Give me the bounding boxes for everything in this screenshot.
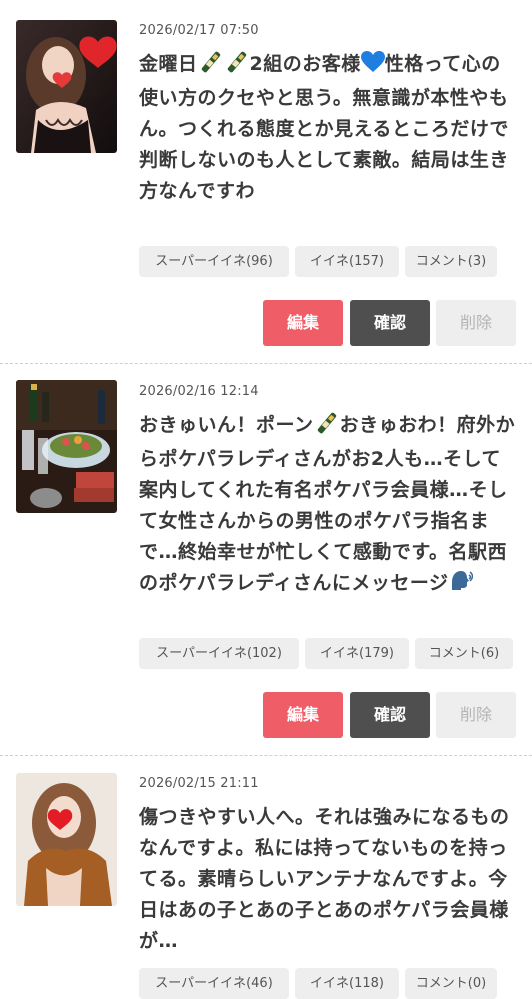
post-date: 2026/02/16 12:14 bbox=[139, 384, 259, 399]
post-divider bbox=[0, 755, 532, 756]
post-date: 2026/02/15 21:11 bbox=[139, 776, 259, 791]
super-like-chip[interactable]: スーパーイイネ(102) bbox=[139, 638, 299, 669]
comment-chip[interactable]: コメント(0) bbox=[405, 968, 497, 999]
post-text: おきゅいん！ポーン おきゅおわ！府外からポケパラレディさんがお2人も…そして案内し… bbox=[139, 410, 519, 602]
speaking-head-icon bbox=[449, 570, 473, 602]
super-like-chip[interactable]: スーパーイイネ(46) bbox=[139, 968, 289, 999]
comment-chip[interactable]: コメント(6) bbox=[415, 638, 513, 669]
edit-button[interactable]: 編集 bbox=[263, 300, 343, 346]
like-chip[interactable]: イイネ(157) bbox=[295, 246, 399, 277]
confirm-button[interactable]: 確認 bbox=[350, 692, 430, 738]
post-text: 金曜日 2組のお客様 性格って心の使い方のクセやと思う。無意識が本性やもん。つくれる… bbox=[139, 49, 519, 207]
delete-button[interactable]: 削除 bbox=[436, 300, 516, 346]
post-photo-3[interactable] bbox=[16, 773, 117, 906]
post-text: 傷つきやすい人へ。それは強みになるものなんですよ。私には持ってないものを持ってる… bbox=[139, 806, 510, 952]
post-date: 2026/02/17 07:50 bbox=[139, 23, 259, 38]
champagne-bottle-icon bbox=[314, 412, 340, 444]
post-photo-2[interactable] bbox=[16, 380, 117, 513]
comment-chip[interactable]: コメント(3) bbox=[405, 246, 497, 277]
super-like-chip[interactable]: スーパーイイネ(96) bbox=[139, 246, 289, 277]
blue-heart-icon bbox=[360, 51, 385, 83]
edit-button[interactable]: 編集 bbox=[263, 692, 343, 738]
champagne-bottle-icon bbox=[198, 51, 224, 83]
post-photo-1[interactable] bbox=[16, 20, 117, 153]
post-divider bbox=[0, 363, 532, 364]
like-chip[interactable]: イイネ(179) bbox=[305, 638, 409, 669]
delete-button[interactable]: 削除 bbox=[436, 692, 516, 738]
champagne-bottle-icon bbox=[224, 51, 250, 83]
confirm-button[interactable]: 確認 bbox=[350, 300, 430, 346]
like-chip[interactable]: イイネ(118) bbox=[295, 968, 399, 999]
